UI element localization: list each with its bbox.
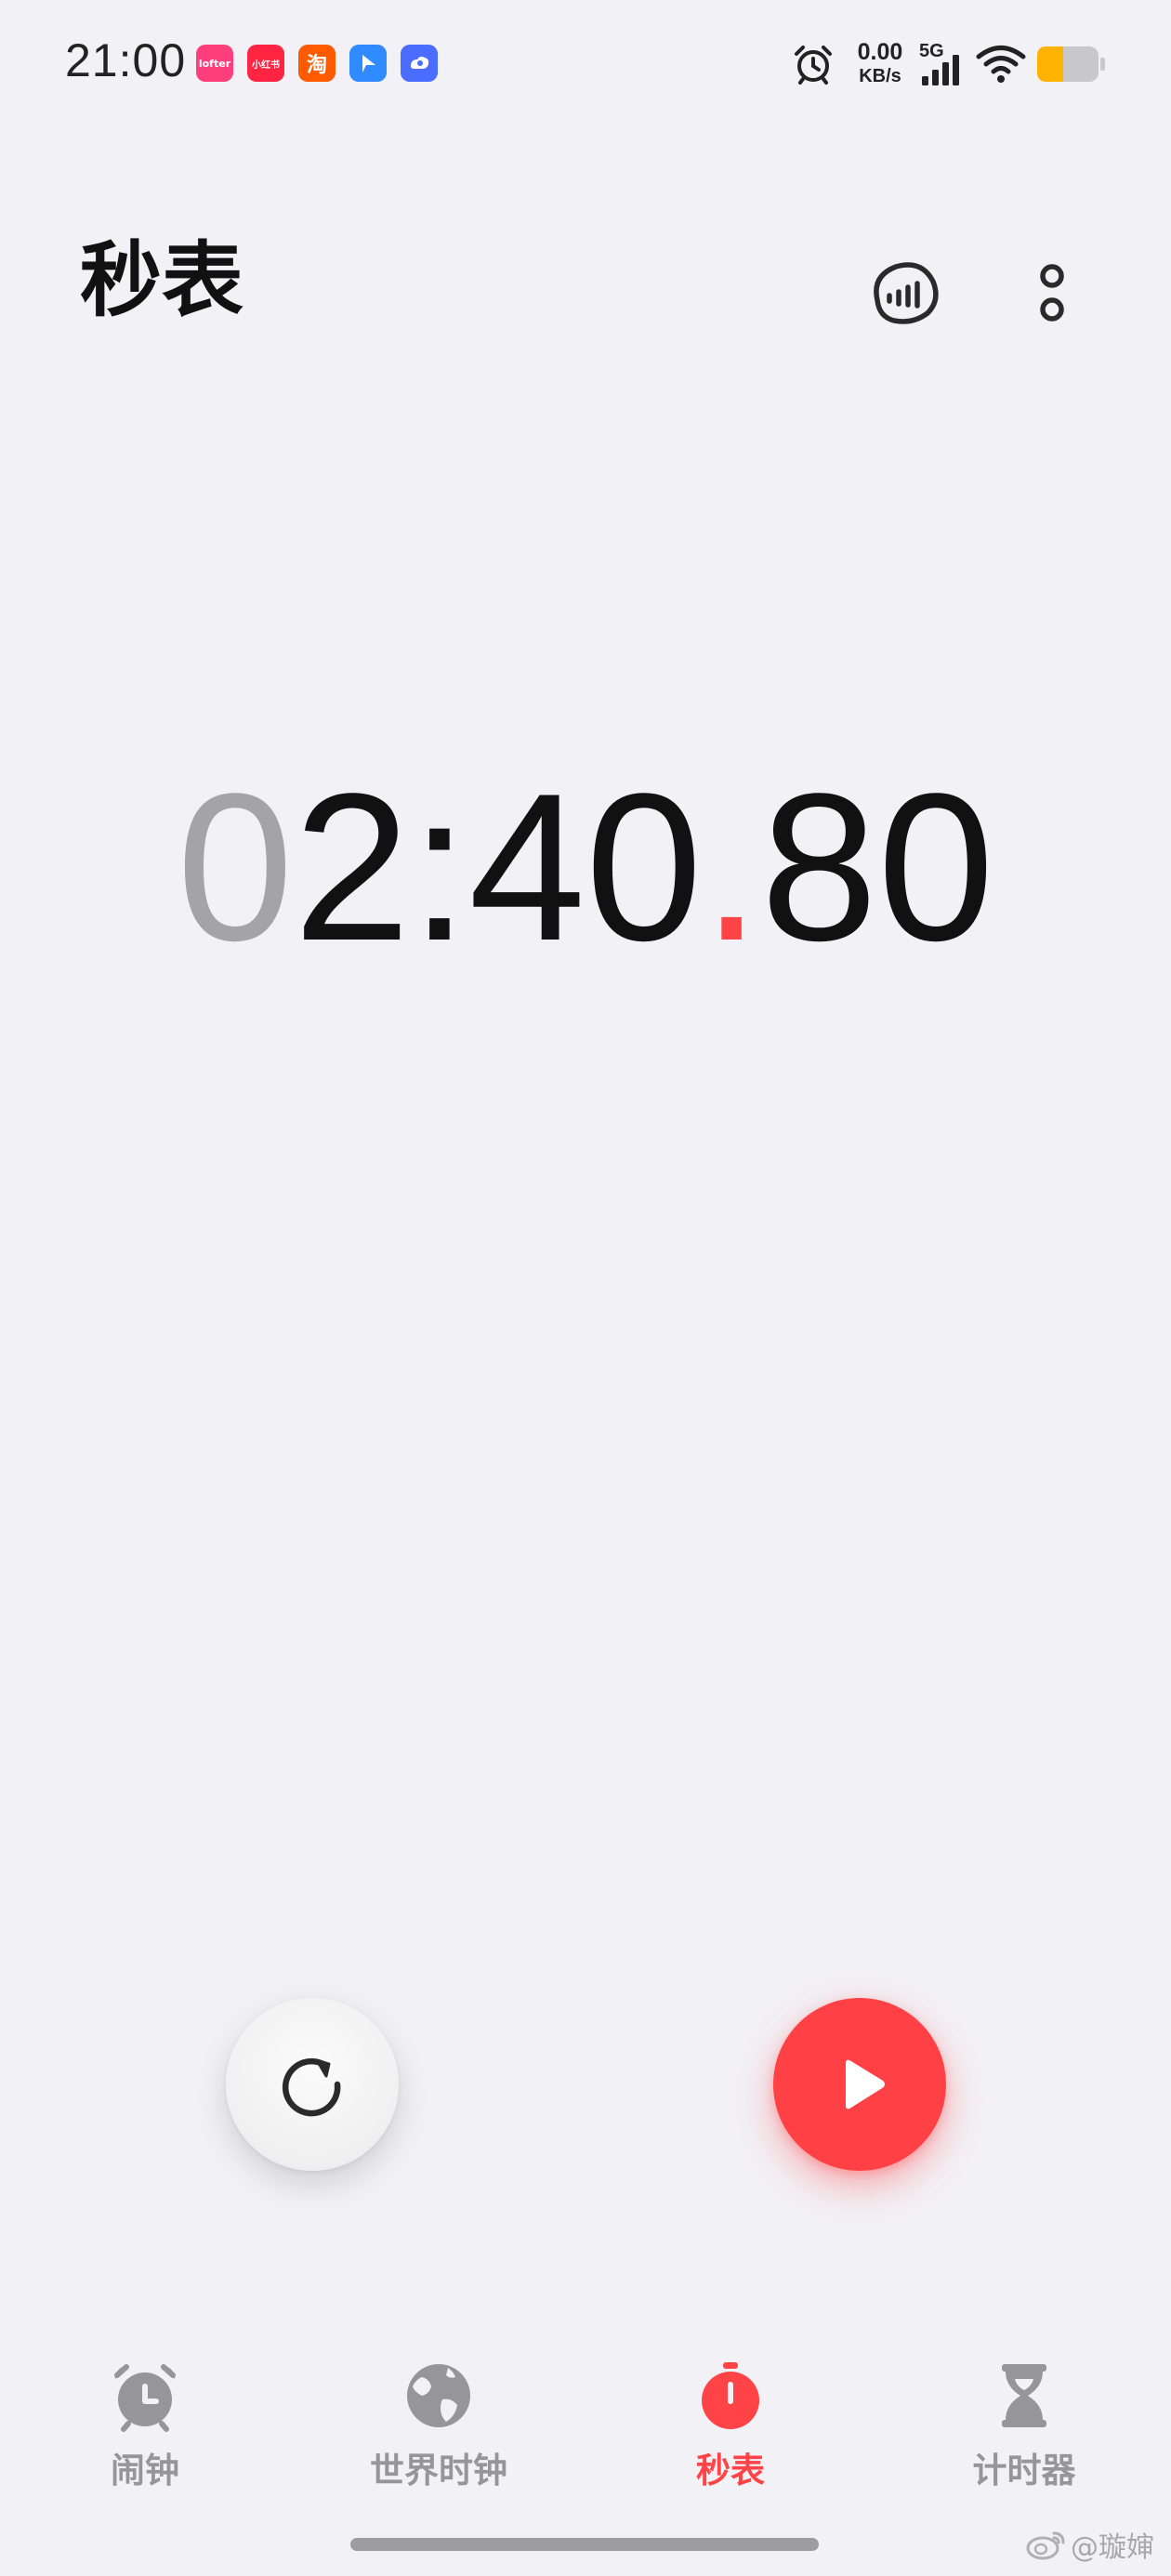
globe-icon: [407, 2364, 470, 2427]
cellular-signal-icon: [922, 55, 959, 85]
home-indicator[interactable]: [350, 2538, 819, 2551]
alarm-status-icon: [795, 46, 832, 85]
sound-wave-button[interactable]: [857, 246, 950, 339]
stopwatch-digit-centisecond-ones: 0: [877, 749, 994, 984]
watermark: @璇婶: [1026, 2526, 1154, 2564]
tab-timer[interactable]: 计时器: [913, 2359, 1136, 2507]
stopwatch-digit-second-tens: 4: [468, 749, 586, 984]
more-options-button[interactable]: [1006, 246, 1099, 339]
stopwatch-icon: [702, 2362, 759, 2429]
wifi-icon: [976, 46, 1026, 83]
tab-alarm-label: 闹钟: [111, 2451, 179, 2491]
network-speed-unit: KB/s: [859, 66, 901, 86]
tab-world-clock-label: 世界时钟: [370, 2451, 507, 2491]
play-icon: [846, 2059, 885, 2109]
start-button[interactable]: [773, 1998, 946, 2171]
tab-timer-label: 计时器: [972, 2451, 1076, 2491]
tab-stopwatch[interactable]: 秒表: [619, 2359, 842, 2507]
flyme-app-icon: [349, 45, 387, 82]
status-time: 21:00: [65, 34, 187, 86]
reset-button[interactable]: [226, 1998, 399, 2171]
stopwatch-colon: :: [410, 749, 469, 984]
lofter-app-icon: lofter: [196, 45, 233, 82]
page-title: 秒表: [80, 232, 244, 328]
alarm-clock-icon: [114, 2364, 176, 2432]
weibo-logo-icon: [1026, 2531, 1065, 2560]
stopwatch-digit-centisecond-tens: 8: [760, 749, 878, 984]
more-vertical-icon: [1040, 264, 1064, 322]
tab-alarm[interactable]: 闹钟: [33, 2359, 257, 2507]
stopwatch-decimal-dot: .: [702, 749, 761, 984]
network-speed-value: 0.00: [857, 39, 903, 65]
stopwatch-digit-second-ones: 0: [586, 749, 703, 984]
cloud-app-icon: [401, 45, 438, 82]
reset-icon: [282, 2057, 341, 2117]
stopwatch-display: 02:40.80: [0, 762, 1171, 972]
battery-icon: [1037, 46, 1105, 82]
taobao-app-icon: 淘: [298, 45, 336, 82]
xiaohongshu-app-icon: 小红书: [247, 45, 284, 82]
sound-wave-icon: [874, 262, 939, 324]
watermark-text: @璇婶: [1071, 2531, 1154, 2564]
stopwatch-digit-minute-tens: 0: [177, 749, 294, 984]
hourglass-icon: [1002, 2364, 1046, 2427]
tab-stopwatch-label: 秒表: [696, 2451, 765, 2491]
status-bar: 21:00 lofter 小红书 淘 0.00 KB/s 5G: [0, 0, 1171, 130]
stopwatch-digit-minute-ones: 2: [293, 749, 411, 984]
tab-world-clock[interactable]: 世界时钟: [327, 2359, 550, 2507]
network-speed: 0.00 KB/s: [852, 39, 908, 86]
